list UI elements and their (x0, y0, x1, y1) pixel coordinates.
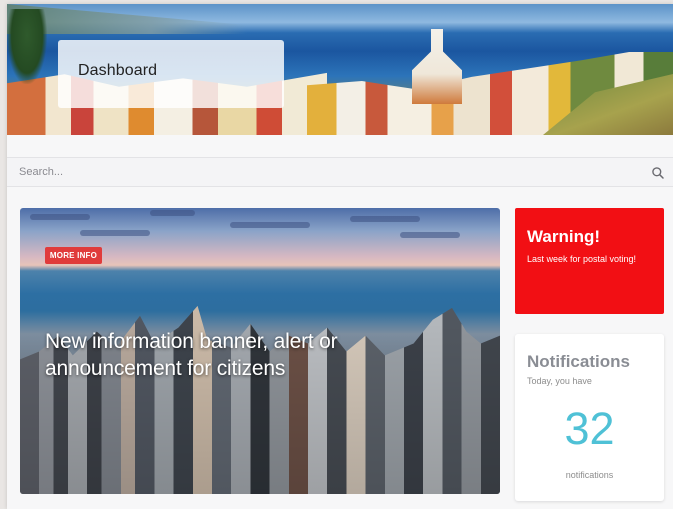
warning-text: Last week for postal voting! (527, 254, 637, 264)
news-banner-card[interactable]: MORE INFO New information banner, alert … (20, 208, 500, 494)
hero-palm-tree (7, 9, 47, 84)
page-title: Dashboard (78, 62, 158, 79)
search-input[interactable] (7, 158, 627, 186)
more-info-button[interactable]: MORE INFO (45, 247, 102, 264)
hero-church (412, 29, 462, 104)
news-headline[interactable]: New information banner, alert or announc… (45, 328, 405, 382)
notifications-count: 32 (564, 403, 615, 454)
notifications-card[interactable]: Notifications Today, you have 32 notific… (515, 334, 664, 501)
notifications-label: notifications (565, 470, 614, 480)
warning-card[interactable]: Warning! Last week for postal voting! (515, 208, 664, 314)
page-title-box: Dashboard (58, 40, 284, 108)
notifications-subtitle: Today, you have (527, 376, 592, 386)
warning-title: Warning! (527, 227, 601, 246)
header-banner-image: Dashboard (7, 4, 673, 135)
page: Dashboard MORE INFO New information bann… (7, 4, 673, 509)
search-bar (7, 157, 673, 187)
notifications-title: Notifications (527, 352, 630, 371)
search-icon[interactable] (651, 166, 665, 180)
